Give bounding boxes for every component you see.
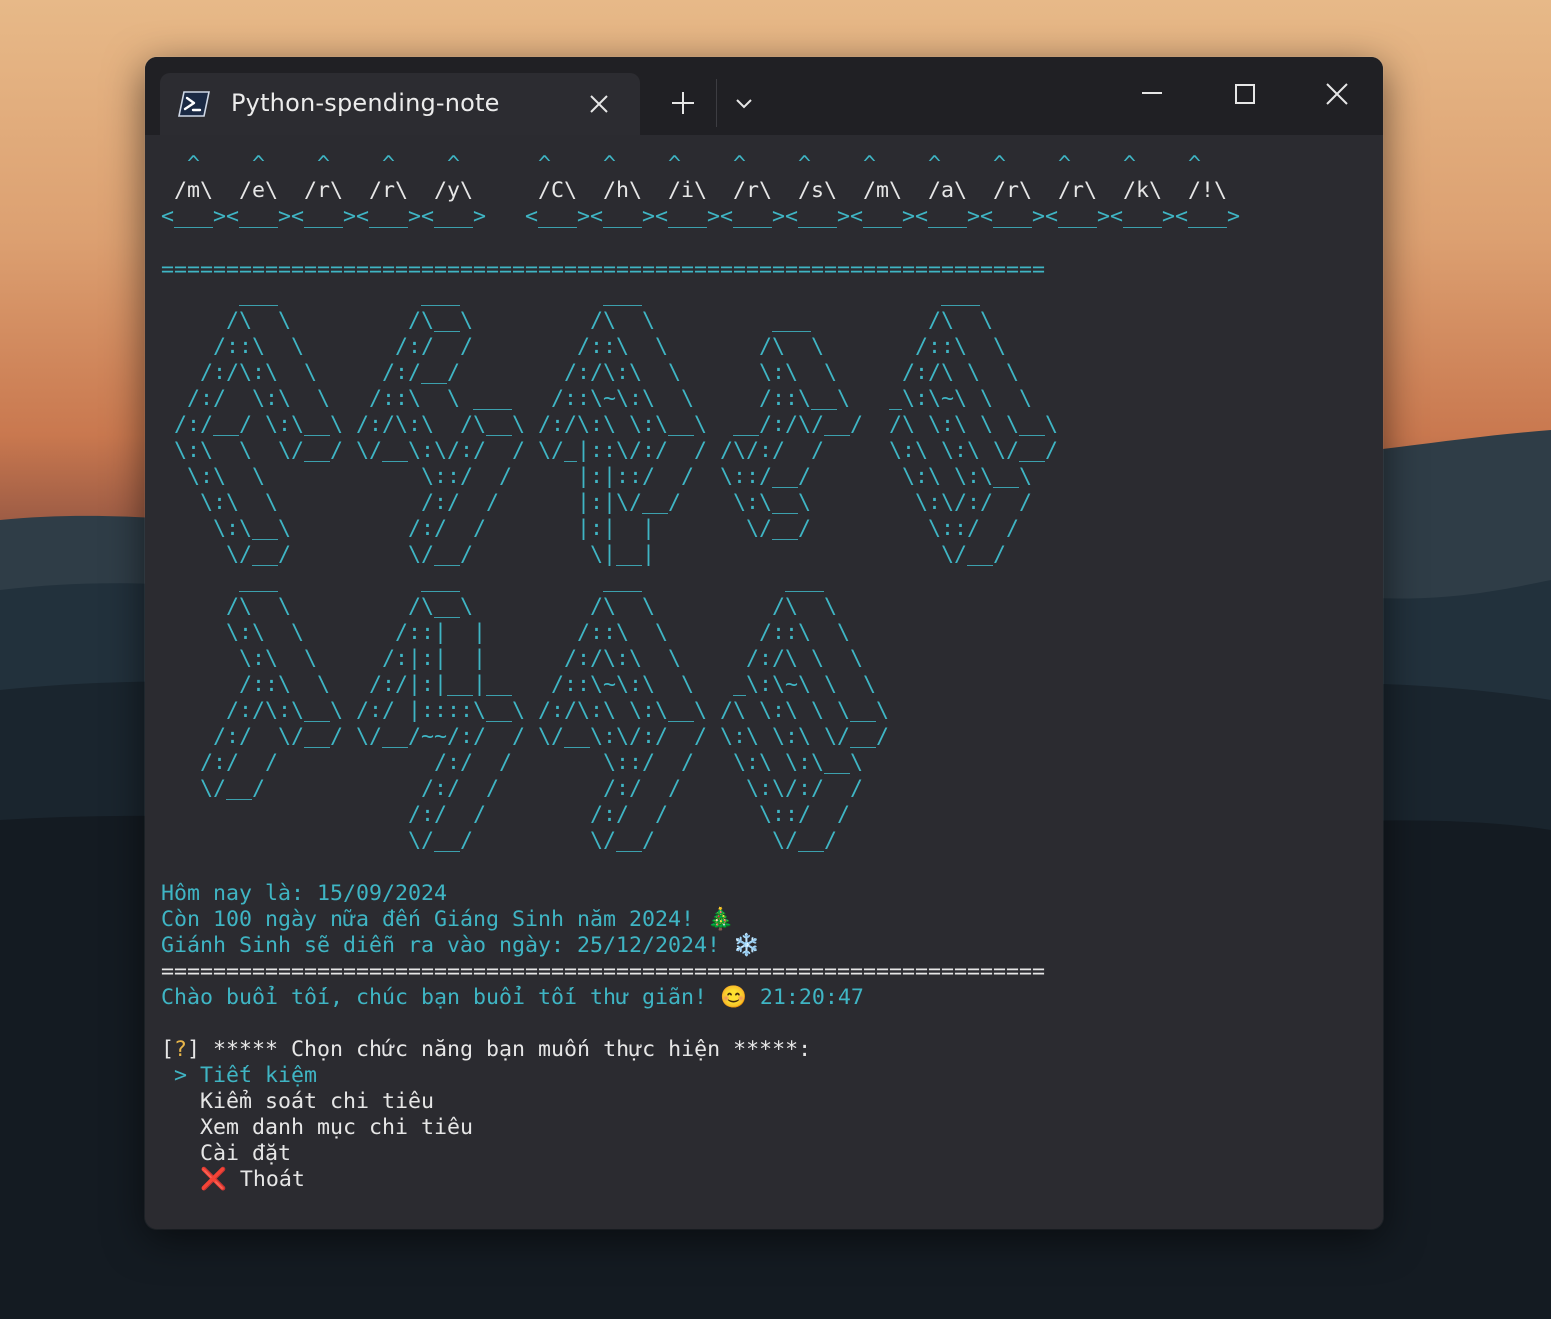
separator-bottom: ========================================… <box>161 959 1046 984</box>
maximize-button[interactable] <box>1222 79 1268 111</box>
prompt-bracket-close: ] <box>187 1037 201 1062</box>
menu-item-cai-dat[interactable]: Cài đặt <box>161 1141 291 1167</box>
terminal-window: Python-spending-note ^ ^ ^ ^ ^ ^ ^ ^ ^ ^ <box>145 57 1383 1229</box>
title-bar: Python-spending-note <box>145 57 1383 135</box>
menu-item-kiem-soat-chi-tieu[interactable]: Kiểm soát chi tiêu <box>161 1089 434 1115</box>
ascii-art-logo: ___ ___ ___ ___ /\ \ /\__\ /\ \ ___ /\ \… <box>174 282 1059 853</box>
prompt-bracket-open: [ <box>161 1037 175 1062</box>
tab-separator <box>716 79 717 127</box>
today-text: Hôm nay là: 15/09/2024 <box>161 881 448 906</box>
menu-item-xem-danh-muc[interactable]: Xem danh mục chi tiêu <box>161 1115 473 1141</box>
banner-letters: /m\ /e\ /r\ /r\ /y\ /C\ /h\ /i\ /r\ /s\ … <box>161 178 1228 203</box>
menu-item-label: Cài đặt <box>200 1141 292 1166</box>
tab-title: Python-spending-note <box>231 89 500 117</box>
chevron-down-icon[interactable] <box>730 89 758 117</box>
tab-python-spending-note[interactable]: Python-spending-note <box>160 73 640 135</box>
prompt-question: ***** Chọn chức năng bạn muốn thực hiện … <box>200 1037 812 1062</box>
powershell-icon <box>178 91 210 117</box>
menu-item-label: ❌ Thoát <box>200 1167 305 1192</box>
close-window-button[interactable] <box>1314 79 1360 111</box>
menu-item-tiet-kiem[interactable]: > Tiết kiệm <box>161 1063 317 1089</box>
menu-item-label: Tiết kiệm <box>200 1063 318 1088</box>
new-tab-button[interactable] <box>667 87 699 119</box>
selection-pointer: > <box>161 1063 201 1088</box>
separator-top: ========================================… <box>161 257 1046 282</box>
menu-item-label: Xem danh mục chi tiêu <box>200 1115 474 1140</box>
minimize-button[interactable] <box>1129 79 1175 111</box>
terminal-content[interactable]: ^ ^ ^ ^ ^ ^ ^ ^ ^ ^ ^ ^ ^ ^ ^ ^ /m\ /e\ … <box>145 135 1383 1229</box>
menu-item-thoat[interactable]: ❌ Thoát <box>161 1167 305 1193</box>
menu-item-label: Kiểm soát chi tiêu <box>200 1089 435 1114</box>
banner-base: <___><___><___><___><___> <___><___><___… <box>161 204 1241 229</box>
merry-christmas-banner: ^ ^ ^ ^ ^ ^ ^ ^ ^ ^ ^ ^ ^ ^ ^ ^ /m\ /e\ … <box>161 152 1240 230</box>
close-tab-icon[interactable] <box>585 90 613 118</box>
menu-prompt: [?] ***** Chọn chức năng bạn muốn thực h… <box>161 1037 811 1063</box>
banner-carets: ^ ^ ^ ^ ^ ^ ^ ^ ^ ^ ^ ^ ^ ^ ^ ^ <box>161 152 1202 177</box>
countdown-text: Còn 100 ngày nữa đến Giáng Sinh năm 2024… <box>161 907 734 932</box>
greeting-text: Chào buổi tối, chúc bạn buổi tối thư giã… <box>161 985 864 1010</box>
christmas-date-text: Giánh Sinh sẽ diễn ra vào ngày: 25/12/20… <box>161 933 760 958</box>
question-mark: ? <box>174 1037 188 1062</box>
